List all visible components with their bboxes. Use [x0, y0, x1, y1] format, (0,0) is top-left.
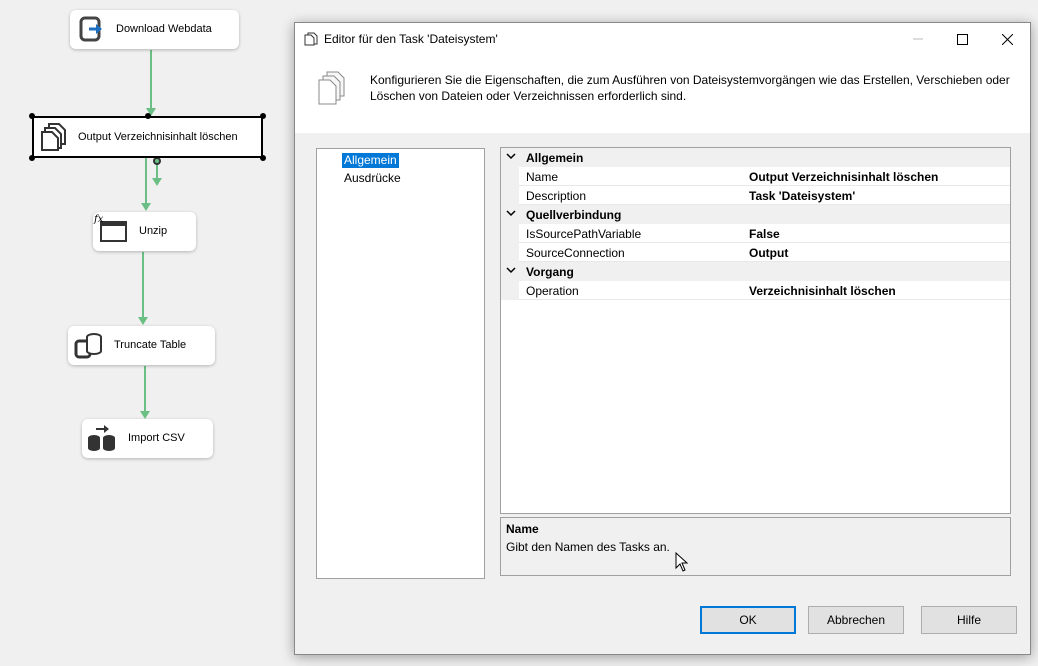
property-name: SourceConnection — [526, 246, 625, 260]
task-label: Output Verzeichnisinhalt löschen — [78, 131, 238, 143]
task-truncate-table[interactable]: Truncate Table — [68, 326, 215, 365]
resize-handle[interactable] — [145, 113, 151, 119]
property-value[interactable]: Task 'Dateisystem' — [749, 189, 855, 203]
category-row[interactable]: Allgemein — [501, 148, 1010, 167]
help-title: Name — [506, 522, 539, 536]
precedence-constraint[interactable] — [144, 366, 146, 412]
property-value[interactable]: Output — [749, 246, 788, 260]
category-row[interactable]: Vorgang — [501, 262, 1010, 281]
property-value[interactable]: False — [749, 227, 780, 241]
row-margin — [501, 186, 519, 205]
row-margin — [501, 167, 519, 186]
category-label: Vorgang — [526, 265, 574, 279]
precedence-constraint-drag[interactable] — [156, 163, 158, 179]
arrow-head — [140, 411, 150, 419]
task-import-csv[interactable]: Import CSV — [82, 419, 213, 458]
maximize-icon — [956, 33, 968, 45]
help-button[interactable]: Hilfe — [921, 606, 1017, 634]
file-system-icon — [41, 123, 66, 151]
help-text: Gibt den Namen des Tasks an. — [506, 540, 670, 554]
row-margin — [501, 281, 519, 300]
file-system-task-editor-dialog: Editor für den Task 'Dateisystem' Konfig… — [294, 22, 1031, 655]
svg-text:fx: fx — [93, 214, 104, 225]
property-name: Description — [526, 189, 587, 203]
precedence-constraint[interactable] — [142, 252, 144, 318]
task-output-verzeichnisinhalt-loeschen[interactable]: Output Verzeichnisinhalt löschen — [29, 113, 266, 161]
property-row[interactable]: Operation Verzeichnisinhalt löschen — [501, 281, 1010, 300]
resize-handle[interactable] — [260, 155, 266, 161]
arrow-head — [141, 203, 151, 211]
property-name: IsSourcePathVariable — [526, 227, 642, 241]
property-row[interactable]: Name Output Verzeichnisinhalt löschen — [501, 167, 1010, 186]
task-label: Truncate Table — [114, 339, 187, 351]
close-button[interactable] — [984, 23, 1030, 55]
property-row[interactable]: SourceConnection Output — [501, 243, 1010, 262]
task-unzip[interactable]: fx Unzip — [93, 212, 196, 251]
property-row[interactable]: Description Task 'Dateisystem' — [501, 186, 1010, 205]
row-margin — [501, 243, 519, 262]
arrow-head — [138, 317, 148, 325]
resize-handle[interactable] — [260, 113, 266, 119]
ok-button[interactable]: OK — [700, 606, 796, 634]
dialog-description: Konfigurieren Sie die Eigenschaften, die… — [370, 73, 1010, 103]
nav-item-ausdruecke[interactable]: Ausdrücke — [342, 171, 403, 186]
row-margin — [501, 224, 519, 243]
resize-handle[interactable] — [29, 155, 35, 161]
nav-item-allgemein[interactable]: Allgemein — [342, 153, 399, 168]
cancel-button[interactable]: Abbrechen — [808, 606, 904, 634]
task-label: Download Webdata — [116, 23, 212, 35]
dialog-header: Konfigurieren Sie die Eigenschaften, die… — [295, 55, 1030, 133]
close-icon — [1001, 33, 1013, 45]
mouse-cursor-icon — [675, 552, 689, 572]
file-system-icon — [318, 71, 345, 105]
title-bar[interactable]: Editor für den Task 'Dateisystem' — [295, 23, 1030, 55]
sql-task-icon — [74, 333, 102, 359]
connector-handle[interactable] — [153, 157, 161, 165]
maximize-button[interactable] — [939, 23, 985, 55]
page-nav-list[interactable]: Allgemein Ausdrücke — [316, 148, 485, 579]
script-task-icon: fx — [93, 214, 127, 242]
precedence-constraint[interactable] — [150, 50, 152, 110]
task-label: Unzip — [139, 225, 168, 237]
chevron-down-icon[interactable] — [506, 151, 516, 161]
property-grid[interactable]: Allgemein Name Output Verzeichnisinhalt … — [500, 147, 1011, 514]
task-label: Import CSV — [128, 432, 185, 444]
property-name: Operation — [526, 284, 579, 298]
property-value[interactable]: Output Verzeichnisinhalt löschen — [749, 170, 938, 184]
precedence-constraint[interactable] — [145, 158, 147, 204]
resize-handle[interactable] — [29, 113, 35, 119]
category-row[interactable]: Quellverbindung — [501, 205, 1010, 224]
chevron-down-icon[interactable] — [506, 208, 516, 218]
web-download-icon — [79, 16, 102, 42]
property-value[interactable]: Verzeichnisinhalt löschen — [749, 284, 896, 298]
property-name: Name — [526, 170, 559, 184]
data-flow-icon — [88, 425, 115, 451]
control-flow-canvas[interactable]: Download Webdata Output Verzeichnisinhal… — [0, 0, 300, 666]
category-label: Allgemein — [526, 151, 584, 165]
chevron-down-icon[interactable] — [506, 265, 516, 275]
task-download-webdata[interactable]: Download Webdata — [70, 10, 239, 49]
property-help-panel: Name Gibt den Namen des Tasks an. — [500, 517, 1011, 576]
minimize-icon — [913, 38, 923, 40]
file-system-icon — [304, 32, 318, 46]
arrow-head — [152, 178, 162, 186]
property-row[interactable]: IsSourcePathVariable False — [501, 224, 1010, 243]
category-label: Quellverbindung — [526, 208, 622, 222]
minimize-button[interactable] — [895, 23, 941, 55]
dialog-title: Editor für den Task 'Dateisystem' — [324, 32, 498, 46]
